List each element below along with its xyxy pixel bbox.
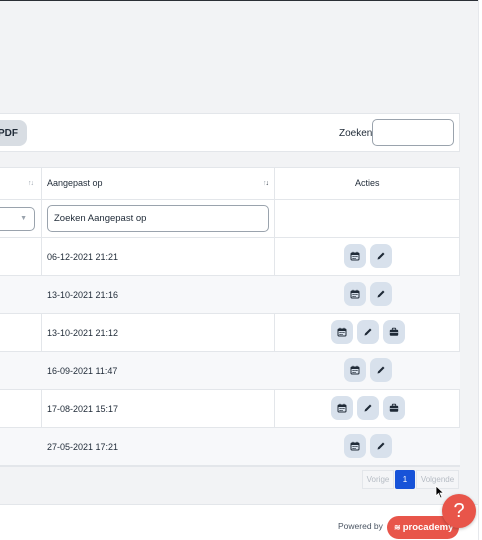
mouse-cursor-icon (435, 485, 445, 499)
search-label: Zoeken: (339, 128, 376, 139)
table-toolbar: PDF Zoeken: (0, 113, 460, 152)
calendar-action-button[interactable] (331, 396, 353, 420)
table-row: 27-05-2021 17:21 (0, 428, 460, 466)
previous-page-button[interactable]: Vorige (362, 470, 394, 489)
calendar-action-button[interactable] (344, 282, 366, 306)
calendar-icon (350, 441, 360, 451)
briefcase-action-button[interactable] (383, 396, 405, 420)
table-row: 13-10-2021 21:12 (0, 314, 460, 352)
column-header-actions: Acties (355, 178, 380, 188)
data-table: ↑↓ Aangepast op ↑↓ Acties ▼ Zoeken Aange… (0, 167, 460, 489)
calendar-action-button[interactable] (344, 244, 366, 268)
table-row: 16-09-2021 11:47 (0, 352, 460, 390)
footer: Powered by ≋ procademy (0, 504, 478, 540)
pencil-icon (376, 441, 386, 451)
pencil-action-button[interactable] (370, 282, 392, 306)
table-row: 13-10-2021 21:16 (0, 276, 460, 314)
pencil-action-button[interactable] (370, 434, 392, 458)
sort-descending-icon[interactable]: ↑↓ (263, 180, 269, 187)
chevron-down-icon: ▼ (20, 215, 27, 222)
filter-row: ▼ Zoeken Aangepast op (0, 200, 460, 238)
pencil-icon (363, 403, 373, 413)
export-pdf-button[interactable]: PDF (0, 120, 27, 146)
pencil-action-button[interactable] (357, 320, 379, 344)
main-content: PDF Zoeken: ↑↓ Aangepast op ↑↓ Acties ▼ … (0, 1, 478, 504)
calendar-icon (350, 365, 360, 375)
table-row: 06-12-2021 21:21 (0, 238, 460, 276)
modified-date: 06-12-2021 21:21 (47, 252, 119, 262)
calendar-icon (350, 251, 360, 261)
search-input[interactable] (372, 119, 454, 146)
pencil-icon (376, 289, 386, 299)
window-edge (478, 0, 482, 540)
modified-date: 13-10-2021 21:12 (47, 328, 119, 338)
table-header: ↑↓ Aangepast op ↑↓ Acties (0, 168, 460, 200)
powered-by-text: Powered by (338, 521, 383, 531)
pencil-icon (363, 327, 373, 337)
column-header-modified[interactable]: Aangepast op (47, 178, 103, 188)
pencil-icon (376, 365, 386, 375)
calendar-icon (337, 403, 347, 413)
calendar-action-button[interactable] (344, 434, 366, 458)
modified-date: 16-09-2021 11:47 (47, 366, 118, 376)
pencil-action-button[interactable] (357, 396, 379, 420)
modified-date: 27-05-2021 17:21 (47, 442, 119, 452)
calendar-icon (350, 289, 360, 299)
help-button[interactable]: ? (442, 494, 476, 528)
calendar-action-button[interactable] (331, 320, 353, 344)
column-filter-select[interactable]: ▼ (0, 207, 35, 231)
modified-filter-input[interactable]: Zoeken Aangepast op (47, 205, 269, 232)
calendar-action-button[interactable] (344, 358, 366, 382)
pencil-icon (376, 251, 386, 261)
brand-name: procademy (402, 522, 454, 533)
briefcase-action-button[interactable] (383, 320, 405, 344)
pencil-action-button[interactable] (370, 244, 392, 268)
pagination: Vorige 1 Volgende (0, 466, 460, 502)
modified-date: 13-10-2021 21:16 (47, 290, 119, 300)
modified-date: 17-08-2021 15:17 (47, 404, 119, 414)
sort-icon[interactable]: ↑↓ (28, 180, 34, 187)
brand-mark-icon: ≋ (394, 523, 401, 532)
pencil-action-button[interactable] (370, 358, 392, 382)
page-1-button[interactable]: 1 (395, 470, 415, 489)
table-row: 17-08-2021 15:17 (0, 390, 460, 428)
calendar-icon (337, 327, 347, 337)
briefcase-icon (389, 327, 399, 337)
briefcase-icon (389, 403, 399, 413)
